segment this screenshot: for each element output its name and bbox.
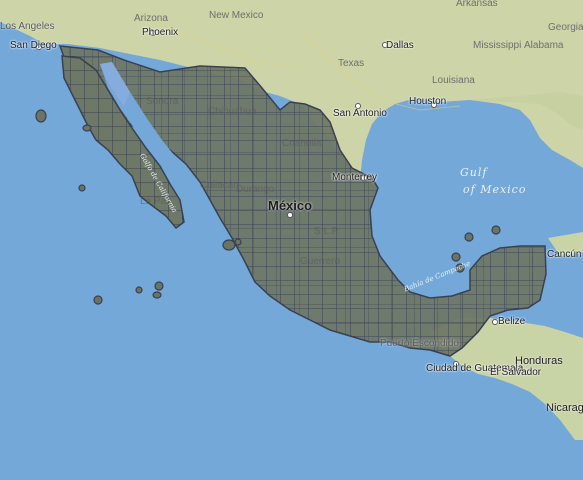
label-gulf-line2: of Mexico bbox=[463, 183, 527, 196]
label-puerto-escondido: Puerto Escondido bbox=[380, 338, 459, 349]
label-arizona: Arizona bbox=[134, 13, 168, 24]
label-sonora: Sonora bbox=[146, 96, 179, 107]
label-monterrey: Monterrey bbox=[332, 172, 378, 183]
label-guerrero: Guerrero bbox=[300, 256, 341, 267]
label-coahuila: Coahuila bbox=[282, 138, 322, 149]
label-georgia: Georgia bbox=[548, 22, 583, 33]
label-gulf-line1: Gulf bbox=[460, 166, 488, 179]
label-alabama: Alabama bbox=[524, 40, 564, 51]
island-clarion bbox=[152, 291, 162, 299]
label-slp: S.L.P. bbox=[314, 226, 340, 237]
island-7 bbox=[82, 124, 92, 132]
basemap bbox=[0, 0, 583, 480]
label-cancun: Cancún bbox=[547, 249, 582, 260]
island-4 bbox=[491, 225, 501, 235]
island-alacranes bbox=[464, 232, 474, 242]
island-socorro bbox=[154, 281, 164, 291]
label-durango: Durango bbox=[236, 184, 275, 195]
label-ciudad-de-guatemala: Ciudad de Guatemala bbox=[426, 363, 524, 374]
label-dallas: Dallas bbox=[386, 40, 414, 51]
island-5 bbox=[451, 252, 461, 262]
label-phoenix: Phoenix bbox=[142, 27, 179, 38]
label-el-salvador: El Salvador bbox=[490, 367, 542, 378]
label-culiacan: Culiacán bbox=[200, 180, 239, 191]
label-arkansas: Arkansas bbox=[456, 0, 498, 9]
island-3 bbox=[93, 295, 103, 305]
island-marias bbox=[222, 239, 236, 251]
island-2 bbox=[135, 286, 143, 294]
label-san-diego: San Diego bbox=[10, 40, 57, 51]
label-louisiana: Louisiana bbox=[432, 75, 475, 86]
label-texas: Texas bbox=[338, 58, 365, 69]
island-guadalupe bbox=[35, 109, 47, 123]
label-los-angeles: Los Angeles bbox=[0, 21, 55, 32]
island-1 bbox=[78, 184, 86, 192]
label-new-mexico: New Mexico bbox=[209, 10, 264, 21]
label-chihuahua: Chihuahua bbox=[208, 106, 257, 117]
label-belize: Belize bbox=[498, 316, 526, 327]
island-8 bbox=[234, 238, 242, 246]
label-houston: Houston bbox=[409, 96, 447, 107]
label-mexico: México bbox=[268, 198, 313, 213]
label-san-antonio: San Antonio bbox=[333, 108, 387, 119]
label-nicaragua: Nicaragu bbox=[546, 402, 583, 414]
label-honduras: Honduras bbox=[515, 355, 563, 367]
map-viewport[interactable]: Los Angeles San Diego Arizona Phoenix Ne… bbox=[0, 0, 583, 480]
label-mississippi: Mississippi bbox=[473, 40, 522, 51]
